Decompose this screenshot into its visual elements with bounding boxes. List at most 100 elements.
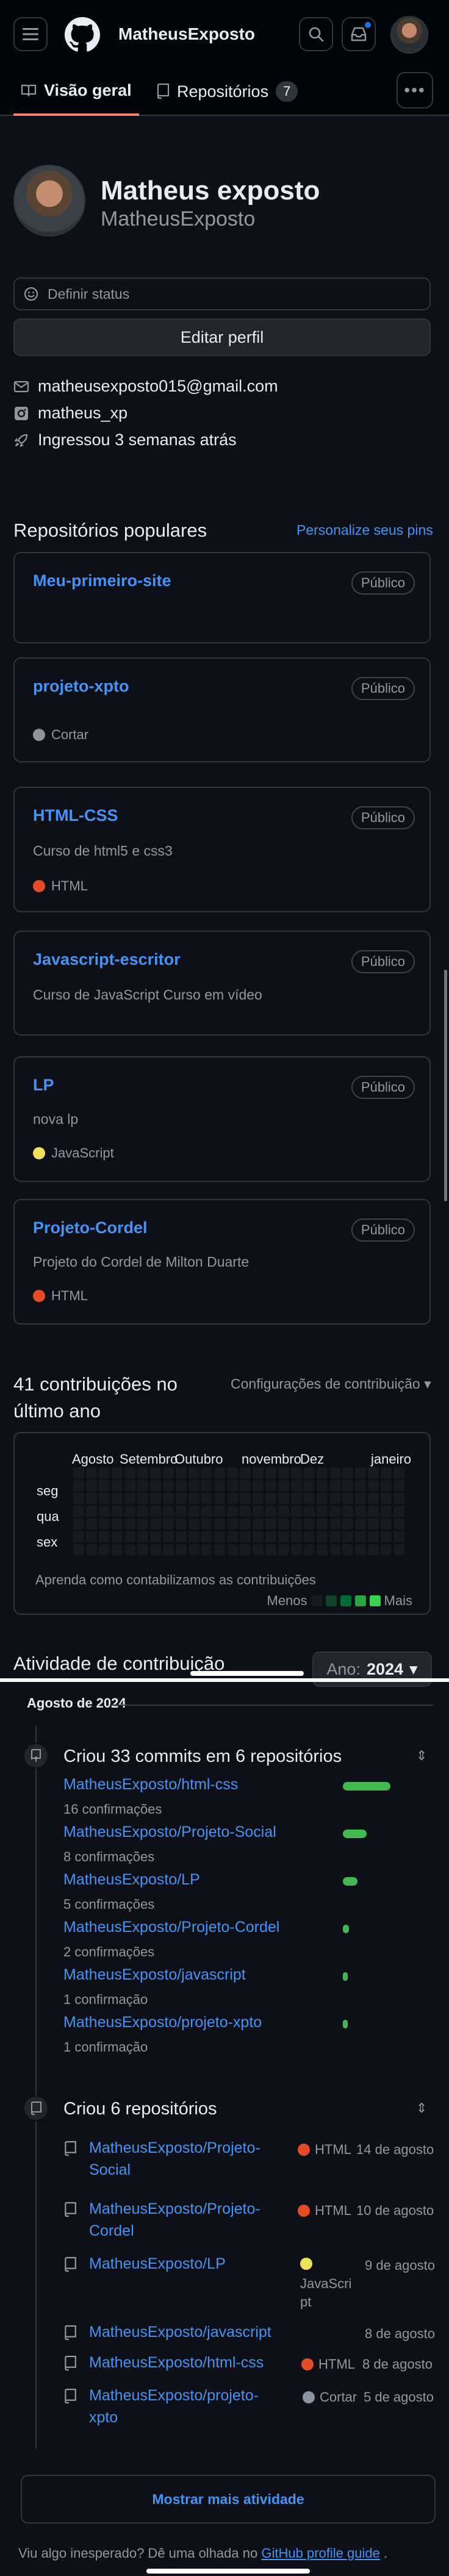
created-repo-link[interactable]: MatheusExposto/html-css xyxy=(89,2352,284,2374)
pinned-repo-name[interactable]: LP xyxy=(33,1076,54,1095)
calendar-day-cell[interactable] xyxy=(381,1506,392,1517)
calendar-day-cell[interactable] xyxy=(150,1467,161,1478)
calendar-day-cell[interactable] xyxy=(304,1480,315,1491)
commit-repo-link[interactable]: MatheusExposto/projeto-xpto xyxy=(63,2014,262,2031)
calendar-day-cell[interactable] xyxy=(355,1531,366,1542)
calendar-day-cell[interactable] xyxy=(214,1480,225,1491)
calendar-day-cell[interactable] xyxy=(342,1467,353,1478)
calendar-day-cell[interactable] xyxy=(201,1544,212,1555)
calendar-day-cell[interactable] xyxy=(150,1544,161,1555)
calendar-day-cell[interactable] xyxy=(189,1544,199,1555)
calendar-day-cell[interactable] xyxy=(329,1480,340,1491)
scrollbar-thumb[interactable] xyxy=(444,970,447,1201)
calendar-day-cell[interactable] xyxy=(381,1467,392,1478)
calendar-day-cell[interactable] xyxy=(253,1531,264,1542)
calendar-day-cell[interactable] xyxy=(176,1519,187,1530)
calendar-day-cell[interactable] xyxy=(201,1493,212,1504)
context-owner-name[interactable]: MatheusExposto xyxy=(118,24,255,44)
calendar-day-cell[interactable] xyxy=(253,1480,264,1491)
calendar-day-cell[interactable] xyxy=(304,1519,315,1530)
calendar-day-cell[interactable] xyxy=(137,1544,148,1555)
calendar-day-cell[interactable] xyxy=(278,1506,289,1517)
search-button[interactable] xyxy=(299,17,333,51)
calendar-day-cell[interactable] xyxy=(291,1519,302,1530)
calendar-day-cell[interactable] xyxy=(265,1480,276,1491)
calendar-day-cell[interactable] xyxy=(240,1544,251,1555)
calendar-day-cell[interactable] xyxy=(163,1544,174,1555)
calendar-day-cell[interactable] xyxy=(291,1544,302,1555)
calendar-day-cell[interactable] xyxy=(163,1467,174,1478)
calendar-day-cell[interactable] xyxy=(278,1480,289,1491)
calendar-day-cell[interactable] xyxy=(73,1506,84,1517)
calendar-day-cell[interactable] xyxy=(368,1519,379,1530)
calendar-day-cell[interactable] xyxy=(227,1493,238,1504)
tab-overview[interactable]: Visão geral xyxy=(13,67,139,116)
calendar-day-cell[interactable] xyxy=(86,1531,97,1542)
calendar-day-cell[interactable] xyxy=(278,1544,289,1555)
calendar-day-cell[interactable] xyxy=(137,1467,148,1478)
calendar-day-cell[interactable] xyxy=(124,1531,135,1542)
calendar-day-cell[interactable] xyxy=(265,1519,276,1530)
calendar-day-cell[interactable] xyxy=(393,1544,404,1555)
calendar-day-cell[interactable] xyxy=(265,1467,276,1478)
calendar-day-cell[interactable] xyxy=(201,1506,212,1517)
calendar-day-cell[interactable] xyxy=(176,1480,187,1491)
calendar-day-cell[interactable] xyxy=(73,1493,84,1504)
github-logo-icon[interactable] xyxy=(65,17,100,52)
calendar-day-cell[interactable] xyxy=(163,1519,174,1530)
calendar-day-cell[interactable] xyxy=(265,1506,276,1517)
calendar-day-cell[interactable] xyxy=(342,1544,353,1555)
calendar-day-cell[interactable] xyxy=(214,1467,225,1478)
calendar-day-cell[interactable] xyxy=(291,1493,302,1504)
calendar-day-cell[interactable] xyxy=(381,1531,392,1542)
created-repo-link[interactable]: MatheusExposto/projeto-xpto xyxy=(89,2385,284,2428)
calendar-day-cell[interactable] xyxy=(317,1531,328,1542)
calendar-day-cell[interactable] xyxy=(317,1467,328,1478)
created-repo-link[interactable]: MatheusExposto/Projeto-Cordel xyxy=(89,2198,284,2242)
calendar-day-cell[interactable] xyxy=(329,1493,340,1504)
calendar-day-cell[interactable] xyxy=(291,1531,302,1542)
calendar-day-cell[interactable] xyxy=(201,1531,212,1542)
calendar-day-cell[interactable] xyxy=(73,1531,84,1542)
calendar-day-cell[interactable] xyxy=(227,1519,238,1530)
created-repo-link[interactable]: MatheusExposto/LP xyxy=(89,2253,284,2275)
calendar-day-cell[interactable] xyxy=(214,1531,225,1542)
calendar-day-cell[interactable] xyxy=(342,1531,353,1542)
created-repo-link[interactable]: MatheusExposto/javascript xyxy=(89,2321,284,2343)
calendar-day-cell[interactable] xyxy=(368,1544,379,1555)
calendar-day-cell[interactable] xyxy=(214,1544,225,1555)
calendar-day-cell[interactable] xyxy=(393,1480,404,1491)
pinned-repo-name[interactable]: Projeto-Cordel xyxy=(33,1218,148,1237)
calendar-day-cell[interactable] xyxy=(99,1519,110,1530)
profile-email-link[interactable]: matheusexposto015@gmail.com xyxy=(38,377,278,396)
calendar-day-cell[interactable] xyxy=(163,1531,174,1542)
calendar-day-cell[interactable] xyxy=(265,1493,276,1504)
calendar-day-cell[interactable] xyxy=(355,1480,366,1491)
calendar-day-cell[interactable] xyxy=(150,1506,161,1517)
calendar-day-cell[interactable] xyxy=(189,1519,199,1530)
calendar-day-cell[interactable] xyxy=(189,1480,199,1491)
calendar-day-cell[interactable] xyxy=(124,1480,135,1491)
calendar-day-cell[interactable] xyxy=(189,1506,199,1517)
calendar-day-cell[interactable] xyxy=(73,1519,84,1530)
calendar-day-cell[interactable] xyxy=(112,1493,123,1504)
calendar-day-cell[interactable] xyxy=(112,1531,123,1542)
calendar-day-cell[interactable] xyxy=(227,1480,238,1491)
calendar-day-cell[interactable] xyxy=(124,1544,135,1555)
calendar-day-cell[interactable] xyxy=(240,1519,251,1530)
calendar-day-cell[interactable] xyxy=(137,1519,148,1530)
calendar-day-cell[interactable] xyxy=(278,1531,289,1542)
calendar-day-cell[interactable] xyxy=(304,1531,315,1542)
pinned-repo-name[interactable]: Meu-primeiro-site xyxy=(33,571,171,590)
calendar-day-cell[interactable] xyxy=(291,1467,302,1478)
calendar-day-cell[interactable] xyxy=(278,1519,289,1530)
calendar-day-cell[interactable] xyxy=(176,1493,187,1504)
notifications-button[interactable] xyxy=(342,17,376,51)
contribution-settings-dropdown[interactable]: Configurações de contribuição ▾ xyxy=(231,1376,431,1392)
commit-repo-link[interactable]: MatheusExposto/Projeto-Cordel xyxy=(63,1919,279,1936)
contribution-help-link[interactable]: Aprenda como contabilizamos as contribui… xyxy=(35,1572,316,1588)
menu-button[interactable] xyxy=(13,17,48,51)
calendar-day-cell[interactable] xyxy=(368,1493,379,1504)
calendar-day-cell[interactable] xyxy=(99,1480,110,1491)
calendar-day-cell[interactable] xyxy=(150,1493,161,1504)
